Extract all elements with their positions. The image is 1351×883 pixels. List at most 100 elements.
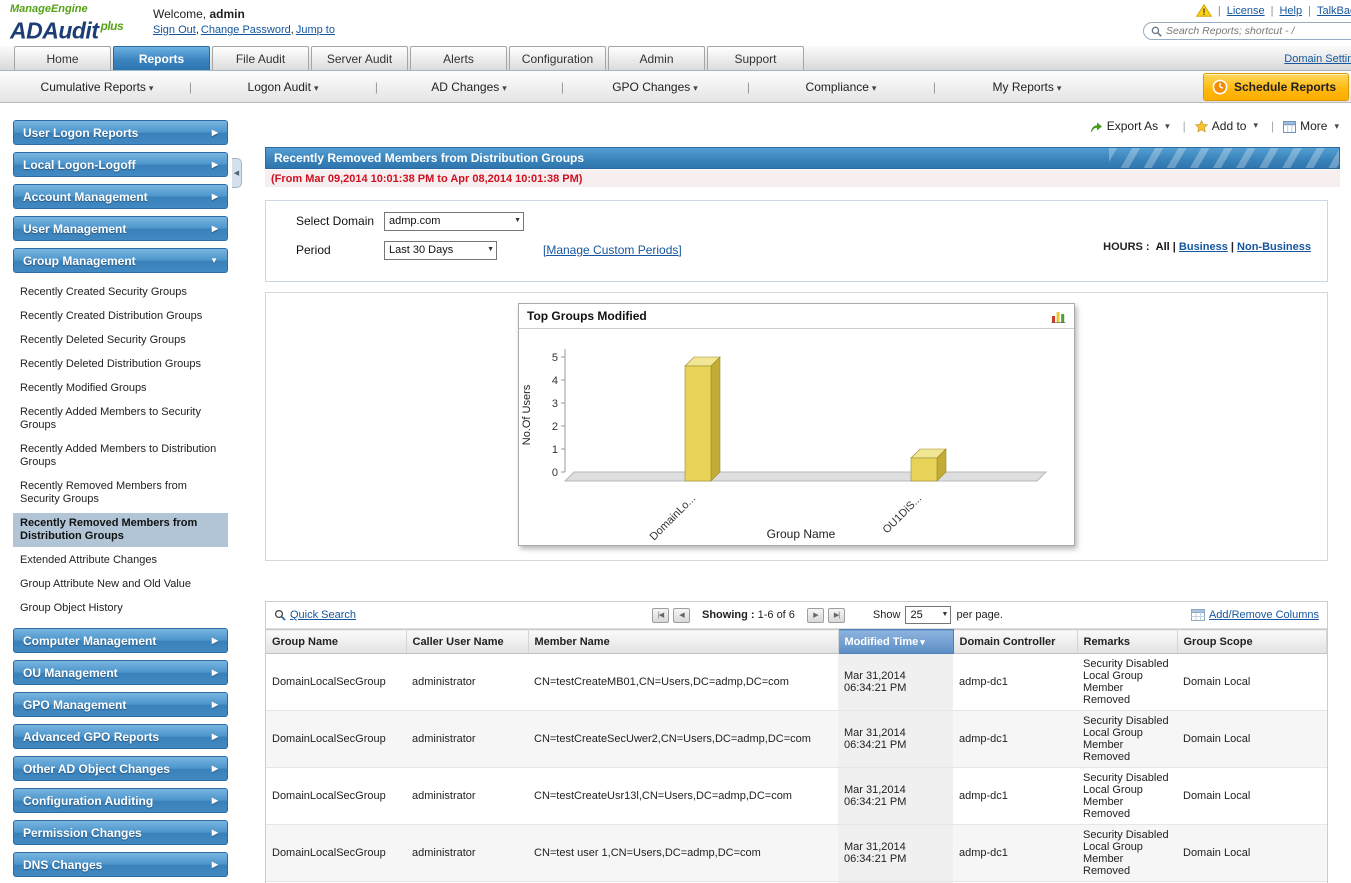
cell-group-name: DomainLocalSecGroup — [266, 825, 406, 882]
sidebar-group[interactable]: Local Logon-Logoff ▶ — [13, 152, 228, 177]
chevron-right-icon: ▶ — [212, 129, 218, 137]
add-to-button[interactable]: Add to ▾ — [1195, 119, 1283, 133]
welcome-block: Welcome, admin Sign OutChange PasswordJu… — [153, 6, 337, 38]
domain-select[interactable]: admp.com — [384, 212, 524, 231]
search-icon — [274, 609, 286, 621]
domain-settings-link[interactable]: Domain Settings — [1284, 53, 1351, 65]
sidebar-report-item[interactable]: Recently Created Distribution Groups — [13, 306, 228, 327]
sidebar-group[interactable]: Account Management ▶ — [13, 184, 228, 209]
table-row[interactable]: DomainLocalSecGroup administrator CN=tes… — [266, 711, 1327, 768]
cell-member-name: CN=testCreateUsr13l,CN=Users,DC=admp,DC=… — [528, 768, 838, 825]
column-header[interactable]: Group Scope — [1177, 630, 1327, 654]
sidebar-group[interactable]: User Management ▶ — [13, 216, 228, 241]
sidebar-report-item[interactable]: Recently Removed Members from Distributi… — [13, 513, 228, 547]
cell-group-name: DomainLocalSecGroup — [266, 768, 406, 825]
top-link[interactable]: TalkBack — [1317, 5, 1351, 17]
hours-option[interactable]: Non-Business — [1237, 241, 1311, 253]
sidebar-report-item[interactable]: Extended Attribute Changes — [13, 550, 228, 571]
cell-modified-time: Mar 31,2014 06:34:21 PM — [838, 711, 953, 768]
global-search[interactable] — [1143, 22, 1351, 40]
account-link[interactable]: Jump to — [296, 24, 337, 36]
sidebar-report-item[interactable]: Recently Modified Groups — [13, 378, 228, 399]
sidebar-group[interactable]: Configuration Auditing ▶ — [13, 788, 228, 813]
nav-tab[interactable]: File Audit — [212, 46, 309, 70]
column-header[interactable]: Domain Controller — [953, 630, 1077, 654]
table-row[interactable]: DomainLocalSecGroup administrator CN=tes… — [266, 654, 1327, 711]
sidebar-report-item[interactable]: Recently Deleted Security Groups — [13, 330, 228, 351]
svg-text:3: 3 — [552, 398, 558, 410]
menu-item[interactable]: My Reports▾ — [934, 80, 1120, 94]
table-row[interactable]: DomainLocalSecGroup administrator CN=tes… — [266, 825, 1327, 882]
column-header[interactable]: Group Name — [266, 630, 406, 654]
hours-option[interactable]: Business — [1179, 241, 1228, 253]
nav-tab[interactable]: Server Audit — [311, 46, 408, 70]
export-as-button[interactable]: Export As ▾ — [1090, 119, 1195, 133]
showing-status: Showing : 1-6 of 6 — [702, 609, 795, 621]
nav-tab[interactable]: Support — [707, 46, 804, 70]
sidebar-report-item[interactable]: Group Object History — [13, 598, 228, 619]
caret-down-icon: ▾ — [1253, 120, 1258, 131]
sidebar-group[interactable]: Advanced GPO Reports ▶ — [13, 724, 228, 749]
cell-group-scope: Domain Local — [1177, 768, 1327, 825]
sidebar-collapse-handle[interactable]: ◀ — [232, 158, 242, 188]
cell-domain-controller: admp-dc1 — [953, 711, 1077, 768]
column-header[interactable]: Caller User Name — [406, 630, 528, 654]
app-logo[interactable]: ManageEngine ADAuditplus — [10, 3, 123, 43]
sidebar-group[interactable]: Permission Changes ▶ — [13, 820, 228, 845]
more-button[interactable]: More ▾ — [1283, 119, 1339, 133]
sidebar-report-item[interactable]: Recently Deleted Distribution Groups — [13, 354, 228, 375]
sidebar-group[interactable]: Computer Management ▶ — [13, 628, 228, 653]
table-header-row: Group Name Caller User Name Member Name … — [266, 630, 1327, 654]
nav-tab[interactable]: Admin — [608, 46, 705, 70]
pager-next-button[interactable]: ▶ — [807, 608, 824, 623]
caret-down-icon: ▾ — [872, 83, 877, 93]
nav-tab[interactable]: Reports — [113, 46, 210, 70]
caret-down-icon: ▾ — [1165, 121, 1170, 132]
pager-last-button[interactable]: ▶| — [828, 608, 845, 623]
column-header[interactable]: Modified Time▾ — [838, 630, 953, 654]
account-link[interactable]: Sign Out — [153, 24, 201, 36]
hours-option[interactable]: All — [1156, 241, 1170, 253]
sidebar-group[interactable]: User Logon Reports ▶ — [13, 120, 228, 145]
sidebar-group[interactable]: Other AD Object Changes ▶ — [13, 756, 228, 781]
quick-search-link[interactable]: Quick Search — [274, 609, 464, 621]
menu-item[interactable]: GPO Changes▾ — [562, 80, 748, 94]
search-input[interactable] — [1166, 25, 1351, 37]
caret-down-icon: ▾ — [1057, 83, 1062, 93]
sidebar-report-item[interactable]: Recently Created Security Groups — [13, 282, 228, 303]
nav-tab[interactable]: Alerts — [410, 46, 507, 70]
schedule-reports-button[interactable]: Schedule Reports — [1203, 73, 1349, 101]
pager-first-button[interactable]: |◀ — [652, 608, 669, 623]
chevron-right-icon: ▶ — [212, 861, 218, 869]
account-link[interactable]: Change Password — [201, 24, 296, 36]
top-link[interactable]: Help — [1279, 5, 1302, 17]
add-remove-columns-link[interactable]: Add/Remove Columns — [1191, 609, 1319, 621]
sidebar-report-item[interactable]: Recently Removed Members from Security G… — [13, 476, 228, 510]
table-row[interactable]: DomainLocalSecGroup administrator CN=tes… — [266, 768, 1327, 825]
bar-chart-icon[interactable] — [1051, 309, 1066, 323]
sidebar-group[interactable]: GPO Management ▶ — [13, 692, 228, 717]
column-header[interactable]: Remarks — [1077, 630, 1177, 654]
column-header[interactable]: Member Name — [528, 630, 838, 654]
menu-item[interactable]: Cumulative Reports▾ — [4, 80, 190, 94]
pager-prev-button[interactable]: ◀ — [673, 608, 690, 623]
menu-item[interactable]: AD Changes▾ — [376, 80, 562, 94]
sidebar-report-item[interactable]: Recently Added Members to Security Group… — [13, 402, 228, 436]
sidebar-group[interactable]: OU Management ▶ — [13, 660, 228, 685]
page-size-select[interactable]: 25 — [905, 606, 951, 624]
period-select[interactable]: Last 30 Days — [384, 241, 497, 260]
warning-icon[interactable]: ! — [1196, 4, 1212, 17]
sidebar-group[interactable]: DNS Changes ▶ — [13, 852, 228, 877]
manage-custom-periods-link[interactable]: [Manage Custom Periods] — [543, 243, 682, 257]
sidebar-group-group-management[interactable]: Group Management ▼ — [13, 248, 228, 273]
nav-tab[interactable]: Home — [14, 46, 111, 70]
showing-range: 1-6 of 6 — [758, 609, 795, 621]
sidebar-report-item[interactable]: Group Attribute New and Old Value — [13, 574, 228, 595]
nav-tab[interactable]: Configuration — [509, 46, 606, 70]
brand-name: ManageEngine — [10, 3, 123, 15]
menu-item[interactable]: Logon Audit▾ — [190, 80, 376, 94]
welcome-text: Welcome, admin — [153, 6, 337, 22]
sidebar-report-item[interactable]: Recently Added Members to Distribution G… — [13, 439, 228, 473]
top-link[interactable]: License — [1227, 5, 1265, 17]
menu-item[interactable]: Compliance▾ — [748, 80, 934, 94]
